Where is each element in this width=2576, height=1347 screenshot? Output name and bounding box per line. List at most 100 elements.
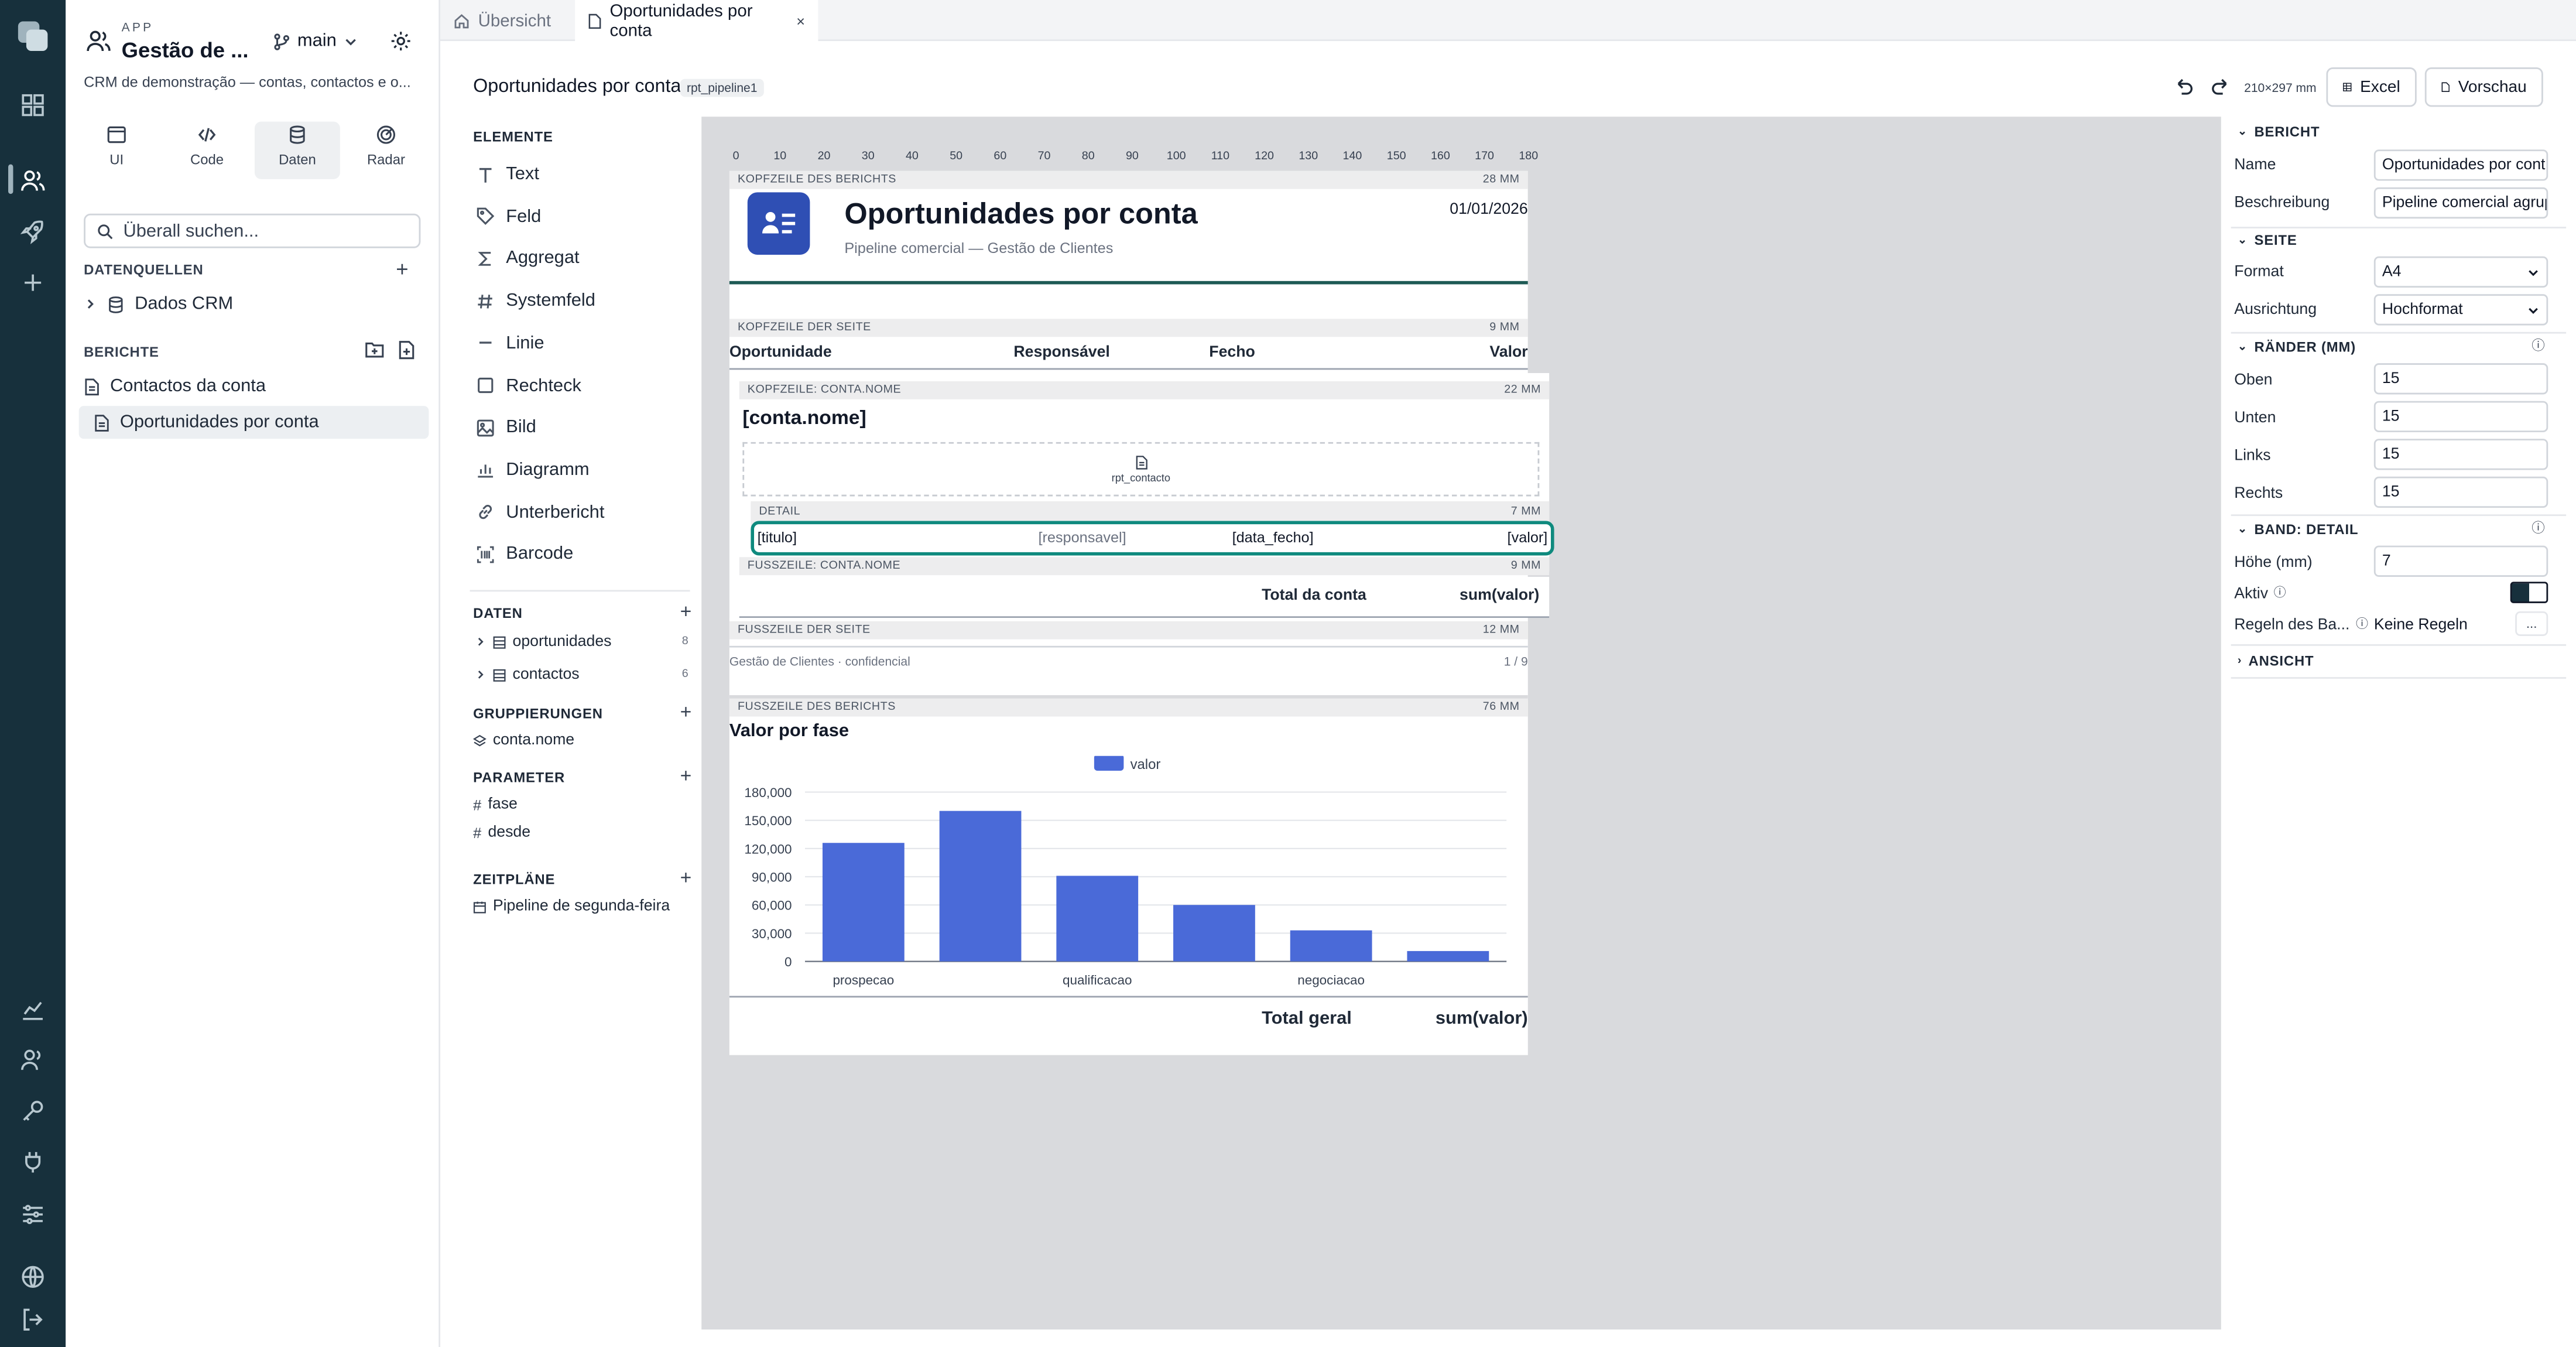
section-raender[interactable]: ⌄ RÄNDER (MM) [2238,339,2356,355]
margin-right-input[interactable]: 15 [2373,476,2548,508]
schedule-item[interactable]: Pipeline de segunda-feira [473,897,670,915]
element-bild[interactable]: Bild [477,413,536,443]
band-page-header[interactable]: KOPFZEILE DER SEITE 9 MM [729,319,1528,337]
grouping-item[interactable]: conta.nome [473,731,574,750]
parameter-item[interactable]: # fase [473,795,518,813]
mode-ui[interactable]: UI [74,125,159,167]
margin-left-input[interactable]: 15 [2373,439,2548,470]
element-diagramm[interactable]: Diagramm [477,455,590,485]
section-band[interactable]: ⌄ BAND: DETAIL [2238,521,2359,538]
sliders-icon[interactable] [20,1201,46,1228]
bar-chart[interactable]: valor 180,000 150,000 120,000 90,000 60,000 30… [729,755,1528,994]
report-item-selected[interactable]: Oportunidades por conta [78,406,429,439]
detail-field-responsavel[interactable]: [responsavel] [1038,529,1126,546]
tab-overview[interactable]: Übersicht [440,0,575,41]
info-icon[interactable]: ⓘ [2532,519,2544,538]
column-header-responsavel[interactable]: Responsável [1013,343,1110,361]
page-number[interactable]: 1 / 9 [1504,654,1528,669]
element-feld[interactable]: Feld [477,201,541,231]
undo-icon[interactable] [2173,77,2193,97]
key-icon[interactable] [20,1098,46,1124]
orientation-select[interactable]: Hochformat [2373,294,2548,326]
excel-button[interactable]: Excel [2326,67,2417,107]
detail-field-data-fecho[interactable]: [data_fecho] [1232,529,1314,546]
band-page-footer[interactable]: FUSSZEILE DER SEITE 12 MM [729,621,1528,640]
globe-icon[interactable] [20,1264,46,1290]
column-header-oportunidade[interactable]: Oportunidade [729,343,832,361]
info-icon[interactable]: ⓘ [2532,337,2544,355]
logout-icon[interactable] [20,1307,46,1333]
users-icon[interactable] [20,167,46,194]
data-item-contactos[interactable]: contactos 6 [475,665,688,683]
new-folder-icon[interactable] [365,340,385,358]
band-height-input[interactable]: 7 [2373,545,2548,577]
info-icon[interactable]: ⓘ [2274,583,2286,601]
band-detail[interactable]: DETAIL 7 MM [751,502,1550,521]
element-unterbericht[interactable]: Unterbericht [477,497,604,527]
element-systemfeld[interactable]: Systemfeld [477,286,595,316]
page-footer-text[interactable]: Gestão de Clientes · confidencial [729,654,910,669]
detail-field-valor[interactable]: [valor] [1508,529,1548,546]
report-item[interactable]: Contactos da conta [84,370,429,402]
band-group-header[interactable]: KOPFZEILE: CONTA.NOME 22 MM [739,381,1550,399]
group-total-label[interactable]: Total da conta [1262,587,1366,605]
analytics-icon[interactable] [20,996,46,1022]
team-icon[interactable] [20,1047,46,1073]
app-logo-icon[interactable] [16,20,49,53]
band-group-footer[interactable]: FUSSZEILE: CONTA.NOME 9 MM [739,557,1550,576]
active-toggle[interactable] [2510,582,2548,603]
report-title-text[interactable]: Oportunidades por conta [844,197,1197,232]
add-grouping-icon[interactable]: + [680,700,692,723]
element-linie[interactable]: Linie [477,329,544,358]
add-datasource-icon[interactable]: + [396,257,408,281]
plug-icon[interactable] [20,1148,46,1175]
mode-radar[interactable]: Radar [343,125,429,167]
description-input[interactable]: Pipeline comercial agrup [2373,187,2548,219]
band-report-header[interactable]: KOPFZEILE DES BERICHTS 28 MM [729,170,1528,189]
section-ansicht[interactable]: › ANSICHT [2238,652,2314,669]
tab-report[interactable]: Oportunidades por conta × [575,0,818,43]
mode-code[interactable]: Code [165,125,250,167]
parameter-item[interactable]: # desde [473,823,530,842]
group-total-value[interactable]: sum(valor) [1460,587,1539,605]
column-header-valor[interactable]: Valor [1489,343,1527,361]
add-parameter-icon[interactable]: + [680,764,692,787]
grand-total-value[interactable]: sum(valor) [1436,1009,1528,1029]
margin-top-input[interactable]: 15 [2373,363,2548,395]
report-date[interactable]: 01/01/2026 [1450,200,1527,218]
branch-selector[interactable]: main [273,31,358,51]
element-barcode[interactable]: Barcode [477,539,573,569]
chart-title[interactable]: Valor por fase [729,722,849,741]
element-rechteck[interactable]: Rechteck [477,371,581,401]
edit-rules-button[interactable]: ... [2515,611,2548,636]
plus-icon[interactable] [20,269,46,296]
datasource-item[interactable]: Dados CRM [84,288,429,320]
apps-grid-icon[interactable] [20,92,46,118]
global-search[interactable]: Überall suchen... [84,213,421,248]
close-tab-icon[interactable]: × [796,13,805,29]
grand-total-label[interactable]: Total geral [1262,1009,1352,1029]
header-rule[interactable] [729,281,1528,285]
report-subtitle-text[interactable]: Pipeline comercial — Gestão de Clientes [844,240,1113,257]
element-text[interactable]: Text [477,159,539,189]
column-header-fecho[interactable]: Fecho [1209,343,1255,361]
name-input[interactable]: Oportunidades por cont [2373,149,2548,181]
mode-daten[interactable]: Daten [255,125,340,167]
detail-field-titulo[interactable]: [titulo] [758,529,797,546]
rocket-icon[interactable] [20,218,46,245]
margin-bottom-input[interactable]: 15 [2373,401,2548,433]
preview-button[interactable]: Vorschau [2424,67,2543,107]
band-report-footer[interactable]: FUSSZEILE DES BERICHTS 76 MM [729,698,1528,717]
subreport-placeholder[interactable]: rpt_contacto [742,442,1540,497]
section-bericht[interactable]: ⌄ BERICHT [2238,123,2320,139]
format-select[interactable]: A4 [2373,256,2548,288]
new-report-icon[interactable] [398,340,416,360]
data-item-oportunidades[interactable]: oportunidades 8 [475,633,688,651]
element-aggregat[interactable]: Aggregat [477,244,580,273]
info-icon[interactable]: ⓘ [2356,614,2368,633]
search-input[interactable]: Überall suchen... [123,221,259,241]
redo-icon[interactable] [2211,77,2231,97]
group-field[interactable]: [conta.nome] [742,406,866,429]
settings-gear-icon[interactable] [389,30,412,53]
report-logo[interactable] [747,192,810,255]
